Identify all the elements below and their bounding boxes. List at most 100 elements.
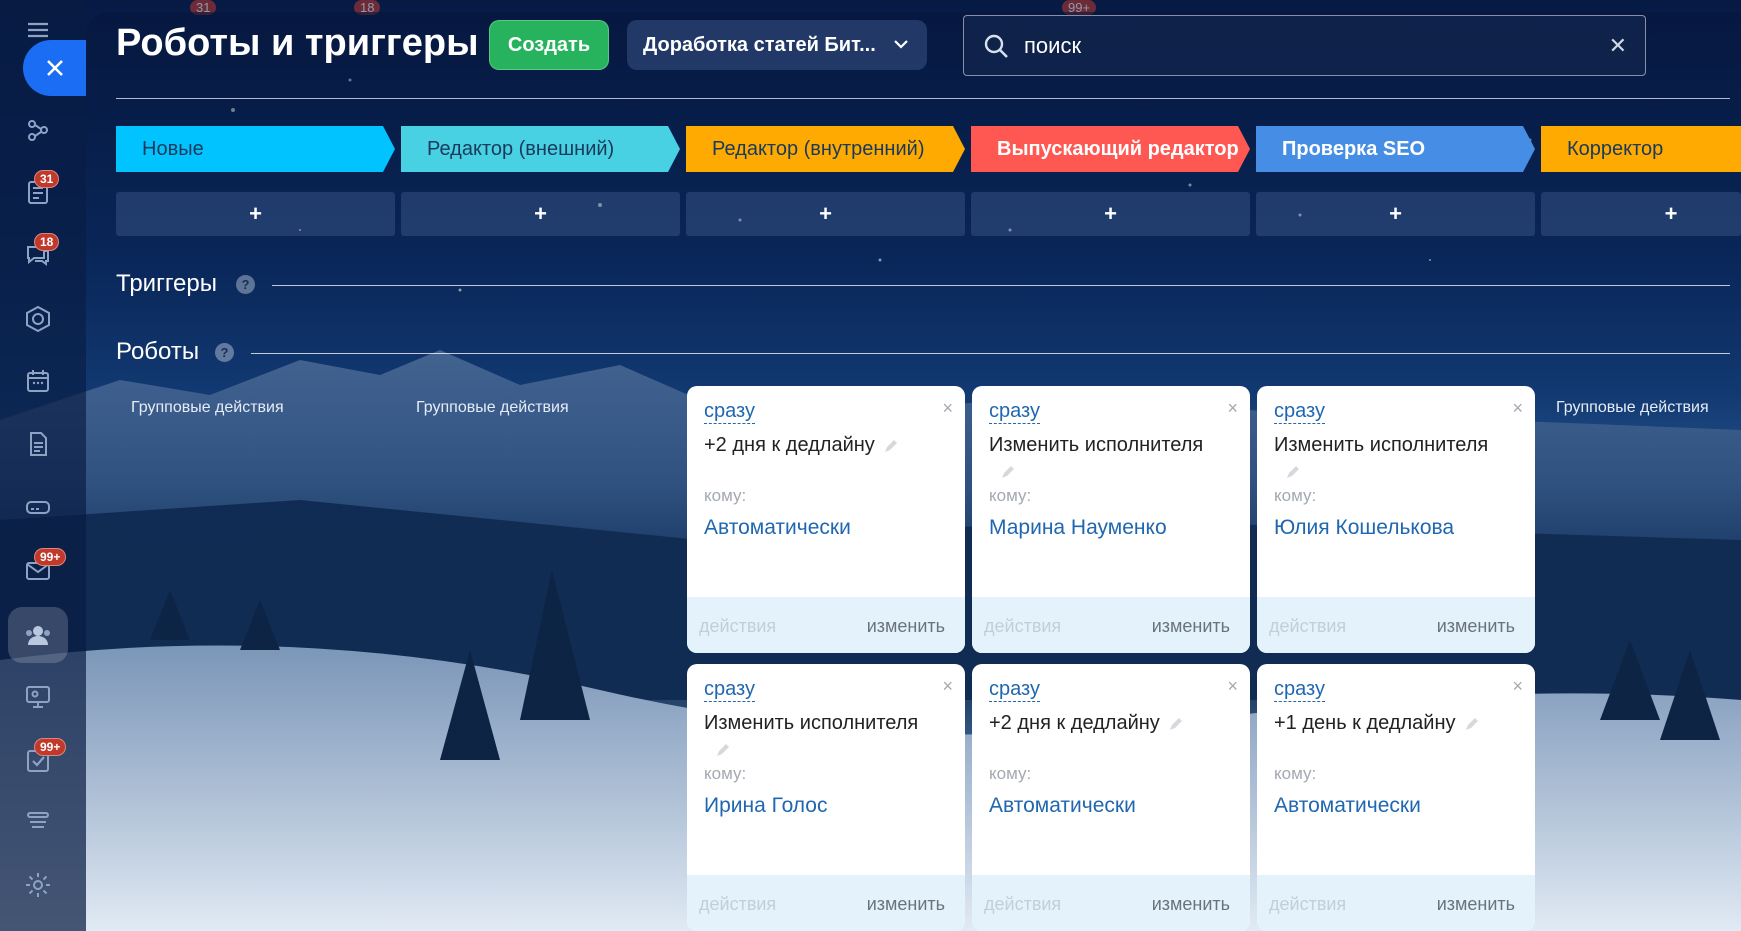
- document-icon: [30, 432, 47, 456]
- add-trigger-button[interactable]: +: [686, 192, 965, 236]
- pencil-icon[interactable]: [883, 438, 899, 454]
- pencil-icon[interactable]: [1168, 716, 1184, 732]
- project-select[interactable]: Доработка статей Бит...: [627, 20, 927, 70]
- group-actions-link[interactable]: Групповые действия: [131, 399, 284, 417]
- sidebar-item-employees[interactable]: [20, 617, 56, 653]
- actions-link[interactable]: действия: [984, 894, 1061, 915]
- stage-label: Редактор (внутренний): [712, 137, 925, 160]
- actions-link[interactable]: действия: [1269, 894, 1346, 915]
- robot-name: +1 день к дедлайну: [1274, 710, 1515, 736]
- robot-name: Изменить исполнителя: [1274, 434, 1489, 456]
- add-trigger-button[interactable]: +: [401, 192, 680, 236]
- sidebar-item-calendar[interactable]: [20, 363, 56, 399]
- sidebar-item-settings[interactable]: [20, 867, 56, 903]
- assignee-link[interactable]: Автоматически: [989, 794, 1136, 818]
- tasks-badge: 31: [34, 170, 60, 188]
- stage-seo-check[interactable]: Проверка SEO: [1256, 126, 1535, 172]
- edit-robot-link[interactable]: изменить: [1437, 894, 1515, 915]
- robots-section-title: Роботы: [116, 338, 200, 365]
- search-input[interactable]: [1024, 32, 1584, 59]
- robot-card[interactable]: сразу × +2 дня к дедлайну кому: Автомати…: [687, 386, 965, 653]
- delete-robot-icon[interactable]: ×: [1512, 676, 1523, 697]
- users-icon: [26, 626, 50, 645]
- delete-robot-icon[interactable]: ×: [1512, 398, 1523, 419]
- robots-divider: [251, 353, 1730, 354]
- delete-robot-icon[interactable]: ×: [942, 676, 953, 697]
- mail-badge: 99+: [34, 548, 67, 566]
- assignee-link[interactable]: Автоматически: [1274, 794, 1421, 818]
- presentation-icon: [26, 686, 50, 708]
- clear-search-icon[interactable]: ✕: [1609, 33, 1627, 59]
- robot-card[interactable]: сразу × +1 день к дедлайну кому: Автомат…: [1257, 664, 1535, 931]
- assignee-link[interactable]: Автоматически: [704, 516, 851, 540]
- pencil-icon[interactable]: [1285, 464, 1301, 480]
- create-button[interactable]: Создать: [489, 20, 609, 70]
- close-icon: [46, 60, 63, 76]
- close-slider-button[interactable]: [23, 40, 86, 96]
- delete-robot-icon[interactable]: ×: [1227, 398, 1238, 419]
- to-label: кому:: [989, 764, 1032, 783]
- delete-robot-icon[interactable]: ×: [942, 398, 953, 419]
- robot-delay-link[interactable]: сразу: [1274, 677, 1325, 702]
- sidebar-item-more[interactable]: [20, 802, 56, 838]
- sidebar-item-drive[interactable]: [20, 489, 56, 525]
- add-label: +: [1664, 201, 1678, 226]
- delete-robot-icon[interactable]: ×: [1227, 676, 1238, 697]
- group-actions-link[interactable]: Групповые действия: [1556, 399, 1709, 417]
- edit-robot-link[interactable]: изменить: [1152, 616, 1230, 637]
- stage-label: Выпускающий редактор: [997, 137, 1239, 160]
- chat-badge: 18: [34, 233, 60, 251]
- assignee-link[interactable]: Марина Науменко: [989, 516, 1167, 540]
- hexagon-icon: [26, 305, 50, 333]
- add-trigger-button[interactable]: +: [971, 192, 1250, 236]
- sidebar-item-training[interactable]: [20, 679, 56, 715]
- add-trigger-button[interactable]: +: [116, 192, 395, 236]
- actions-link[interactable]: действия: [1269, 616, 1346, 637]
- edit-robot-link[interactable]: изменить: [867, 616, 945, 637]
- robot-card[interactable]: сразу × Изменить исполнителя кому: Ирина…: [687, 664, 965, 931]
- stage-proofreader[interactable]: Корректор: [1541, 126, 1741, 172]
- to-label: кому:: [1274, 486, 1317, 505]
- sidebar-item-groups[interactable]: [20, 301, 56, 337]
- robot-delay-link[interactable]: сразу: [1274, 399, 1325, 424]
- stage-label: Проверка SEO: [1282, 137, 1426, 160]
- group-actions-link[interactable]: Групповые действия: [416, 399, 569, 417]
- sidebar-item-automation[interactable]: [20, 112, 56, 148]
- sidebar-item-documents[interactable]: [20, 426, 56, 462]
- triggers-help-icon[interactable]: ?: [236, 275, 255, 294]
- assignee-link[interactable]: Юлия Кошелькова: [1274, 516, 1454, 540]
- to-label: кому:: [989, 486, 1032, 505]
- actions-link[interactable]: действия: [699, 616, 776, 637]
- assignee-link[interactable]: Ирина Голос: [704, 794, 827, 818]
- triggers-divider: [272, 285, 1730, 286]
- robot-card[interactable]: сразу × +2 дня к дедлайну кому: Автомати…: [972, 664, 1250, 931]
- robot-delay-link[interactable]: сразу: [989, 399, 1040, 424]
- robot-delay-link[interactable]: сразу: [704, 677, 755, 702]
- edit-robot-link[interactable]: изменить: [867, 894, 945, 915]
- robot-name: +2 дня к дедлайну: [989, 710, 1230, 736]
- pencil-icon[interactable]: [1000, 464, 1016, 480]
- pencil-icon[interactable]: [1464, 716, 1480, 732]
- add-trigger-button[interactable]: +: [1256, 192, 1535, 236]
- robot-delay-link[interactable]: сразу: [704, 399, 755, 424]
- search-field[interactable]: ✕: [963, 15, 1646, 76]
- robots-help-icon[interactable]: ?: [215, 343, 234, 362]
- edit-robot-link[interactable]: изменить: [1152, 894, 1230, 915]
- left-sidebar: 31 18 99+ 99+: [0, 0, 86, 931]
- stage-new[interactable]: Новые: [116, 126, 395, 172]
- stage-editor-external[interactable]: Редактор (внешний): [401, 126, 680, 172]
- edit-robot-link[interactable]: изменить: [1437, 616, 1515, 637]
- actions-link[interactable]: действия: [984, 616, 1061, 637]
- to-label: кому:: [1274, 764, 1317, 783]
- robot-delay-link[interactable]: сразу: [989, 677, 1040, 702]
- stage-chief-editor[interactable]: Выпускающий редактор: [971, 126, 1250, 172]
- stage-editor-internal[interactable]: Редактор (внутренний): [686, 126, 965, 172]
- robot-card[interactable]: сразу × Изменить исполнителя кому: Юлия …: [1257, 386, 1535, 653]
- actions-link[interactable]: действия: [699, 894, 776, 915]
- robot-card[interactable]: сразу × Изменить исполнителя кому: Марин…: [972, 386, 1250, 653]
- pencil-icon[interactable]: [715, 742, 731, 758]
- add-trigger-button[interactable]: +: [1541, 192, 1741, 236]
- to-label: кому:: [704, 764, 747, 783]
- flow-icon: [28, 120, 48, 141]
- calendar-icon: [27, 370, 49, 392]
